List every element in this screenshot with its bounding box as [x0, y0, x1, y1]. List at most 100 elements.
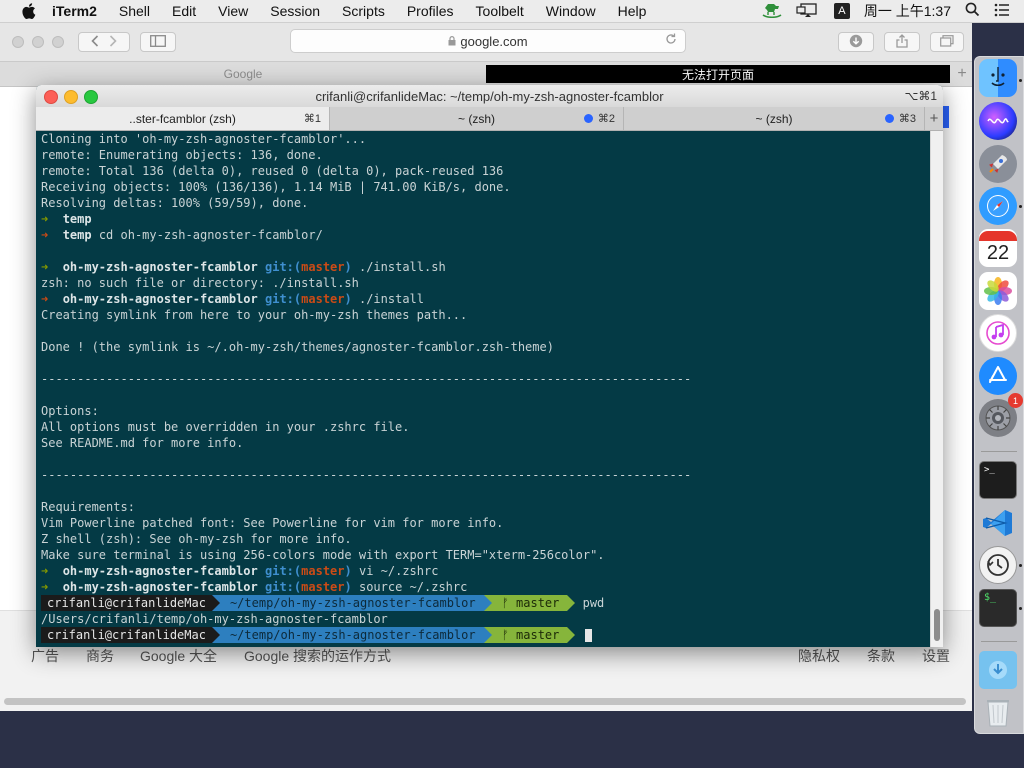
dock-divider	[981, 641, 1017, 642]
terminal-line: Requirements:	[41, 500, 135, 514]
finder-icon[interactable]	[979, 59, 1017, 97]
input-method-icon[interactable]: A	[833, 3, 850, 19]
terminal-scrollbar-thumb[interactable]	[934, 609, 940, 641]
prompt-git-close: )	[344, 564, 352, 578]
notification-center-icon[interactable]	[994, 3, 1010, 20]
prompt-arrow-icon: ➜	[41, 212, 49, 226]
sidebar-toggle-button[interactable]	[140, 32, 176, 52]
powerline-user-segment: crifanli@crifanlideMac	[41, 627, 212, 643]
new-tab-plus-icon[interactable]: +	[952, 62, 972, 86]
iterm-new-tab-plus-icon[interactable]: +	[925, 107, 943, 130]
time-machine-icon[interactable]	[979, 546, 1017, 584]
calendar-icon[interactable]: 22	[979, 229, 1017, 267]
prompt-arrow-icon: ➜	[41, 292, 49, 306]
safari-close-button[interactable]	[12, 36, 24, 48]
terminal-icon-prompt: >_	[984, 465, 995, 475]
siri-icon[interactable]	[979, 102, 1017, 140]
menu-scripts[interactable]: Scripts	[342, 3, 385, 19]
apple-menu-icon[interactable]	[22, 3, 38, 19]
prompt-dir: oh-my-zsh-agnoster-fcamblor	[62, 292, 258, 306]
prompt-dir: oh-my-zsh-agnoster-fcamblor	[62, 580, 258, 594]
footer-link-how-search-works[interactable]: Google 搜索的运作方式	[244, 646, 391, 666]
address-bar[interactable]: google.com	[290, 29, 686, 53]
terminal-line: Cloning into 'oh-my-zsh-agnoster-fcamblo…	[41, 132, 367, 146]
dock-divider	[981, 451, 1017, 452]
footer-link-privacy[interactable]: 隐私权	[798, 646, 840, 666]
iterm-tab-2[interactable]: ~ (zsh) ⌘2	[330, 107, 624, 130]
menu-clock[interactable]: 周一 上午1:37	[864, 1, 951, 21]
airplay-display-icon[interactable]	[796, 2, 820, 21]
powerline-separator-icon	[211, 595, 220, 611]
safari-icon[interactable]	[979, 187, 1017, 225]
prompt-git-branch: master	[301, 564, 345, 578]
downloads-button[interactable]	[838, 32, 874, 52]
iterm-window: crifanli@crifanlideMac: ~/temp/oh-my-zsh…	[36, 85, 943, 647]
safari-tab-error[interactable]: 无法打开页面	[486, 65, 950, 83]
iterm-tab-3[interactable]: ~ (zsh) ⌘3	[624, 107, 925, 130]
menu-toolbelt[interactable]: Toolbelt	[476, 3, 524, 19]
terminal-icon[interactable]: >_	[979, 461, 1017, 499]
iterm-title-bar[interactable]: crifanli@crifanlideMac: ~/temp/oh-my-zsh…	[36, 85, 943, 107]
powerline-separator-icon	[211, 627, 220, 643]
itunes-icon[interactable]	[979, 314, 1017, 352]
iterm-tab-3-label: ~ (zsh)	[755, 111, 793, 126]
safari-zoom-button[interactable]	[52, 36, 64, 48]
rocking-horse-icon[interactable]	[762, 2, 782, 21]
vscode-icon[interactable]	[979, 504, 1017, 542]
system-preferences-icon[interactable]: 1	[979, 393, 1023, 437]
iterm-zoom-button[interactable]	[84, 90, 98, 104]
back-forward-buttons[interactable]	[78, 32, 130, 52]
photos-icon[interactable]	[979, 272, 1017, 310]
footer-link-terms[interactable]: 条款	[867, 646, 895, 666]
menu-help[interactable]: Help	[618, 3, 647, 19]
prompt-dir: temp	[62, 228, 92, 242]
trash-icon[interactable]	[979, 693, 1017, 731]
terminal-scrollbar[interactable]	[930, 131, 943, 647]
sysprefs-update-badge: 1	[1008, 393, 1023, 408]
menu-profiles[interactable]: Profiles	[407, 3, 454, 19]
tabs-overview-button[interactable]	[930, 32, 964, 52]
iterm-close-button[interactable]	[44, 90, 58, 104]
terminal-line: Z shell (zsh): See oh-my-zsh for more in…	[41, 532, 352, 546]
iterm-tab-bar: ..ster-fcamblor (zsh) ⌘1 ~ (zsh) ⌘2 ~ (z…	[36, 107, 943, 131]
iterm-running-dot	[1019, 607, 1022, 610]
safari-minimize-button[interactable]	[32, 36, 44, 48]
safari-tab-google[interactable]: Google	[0, 62, 486, 86]
launchpad-icon[interactable]	[979, 145, 1017, 183]
footer-link-business[interactable]: 商务	[86, 646, 114, 666]
prompt-git-close: )	[344, 292, 352, 306]
footer-link-ads[interactable]: 广告	[31, 646, 59, 666]
forward-arrow-icon[interactable]	[109, 34, 117, 50]
back-arrow-icon[interactable]	[91, 34, 99, 50]
prompt-command: ./install	[358, 292, 424, 306]
footer-link-about[interactable]: Google 大全	[140, 646, 217, 666]
prompt-git-branch: master	[301, 292, 345, 306]
menu-view[interactable]: View	[218, 3, 248, 19]
prompt-git-label: git:	[265, 292, 294, 306]
terminal-output[interactable]: Cloning into 'oh-my-zsh-agnoster-fcamblo…	[36, 131, 930, 647]
iterm-tab-2-shortcut: ⌘2	[597, 113, 615, 125]
terminal-separator: ----------------------------------------…	[41, 468, 692, 482]
terminal-prompt-line: ➜ temp	[41, 211, 930, 227]
menu-window[interactable]: Window	[546, 3, 596, 19]
iterm-minimize-button[interactable]	[64, 90, 78, 104]
spotlight-search-icon[interactable]	[965, 2, 980, 20]
prompt-git-label: git:	[265, 580, 294, 594]
iterm-tab-1[interactable]: ..ster-fcamblor (zsh) ⌘1	[36, 107, 330, 130]
menu-edit[interactable]: Edit	[172, 3, 196, 19]
footer-link-settings[interactable]: 设置	[922, 646, 950, 666]
safari-horizontal-scrollbar[interactable]	[4, 698, 966, 705]
menu-app-name[interactable]: iTerm2	[52, 3, 97, 19]
reload-icon[interactable]	[665, 33, 677, 48]
safari-running-dot	[1019, 205, 1022, 208]
menu-session[interactable]: Session	[270, 3, 320, 19]
prompt-arrow-icon: ➜	[41, 260, 49, 274]
app-store-icon[interactable]	[979, 357, 1017, 395]
lock-icon	[448, 34, 456, 49]
menu-shell[interactable]: Shell	[119, 3, 150, 19]
iterm-icon[interactable]: $_	[979, 589, 1017, 627]
share-button[interactable]	[884, 32, 920, 52]
iterm-tab-1-label: ..ster-fcamblor (zsh)	[129, 111, 236, 126]
downloads-icon[interactable]	[979, 651, 1017, 689]
